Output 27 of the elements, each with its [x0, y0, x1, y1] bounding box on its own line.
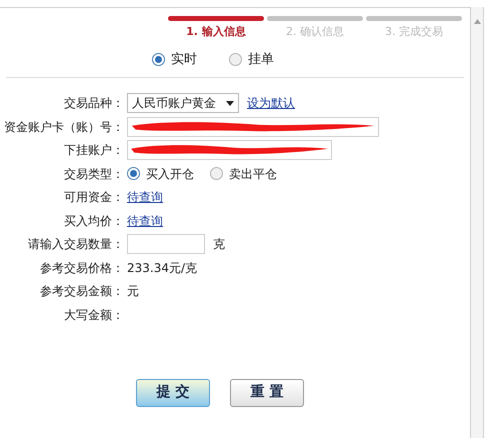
field-label: 下挂账户：	[63, 142, 124, 160]
reset-button[interactable]: 重 置	[230, 378, 304, 406]
scroll-up-icon[interactable]	[474, 19, 480, 24]
unit-label: 克	[213, 236, 225, 254]
radio-option[interactable]: 卖出平仓	[210, 164, 277, 183]
field-label: 请输入交易数量：	[27, 236, 124, 254]
query-link[interactable]: 待查询	[127, 214, 163, 228]
query-link[interactable]: 待查询	[127, 190, 163, 204]
field-label: 交易品种：	[63, 95, 124, 112]
set-default-link[interactable]: 设为默认	[247, 94, 295, 112]
field-label: 交易类型：	[63, 166, 124, 183]
radio-option[interactable]: 实时	[152, 50, 197, 70]
value-text: 233.34元/克	[127, 260, 198, 275]
scrollbar[interactable]	[470, 7, 484, 438]
value-text: 元	[127, 284, 139, 298]
radio-option[interactable]: 买入开仓	[127, 164, 194, 183]
field-label: 可用资金：	[63, 189, 124, 206]
field-label: 资金账户卡（账）号：	[3, 118, 124, 136]
radio-option[interactable]: 挂单	[229, 50, 274, 70]
field-label: 大写金额：	[63, 306, 124, 324]
quantity-field[interactable]	[127, 234, 205, 254]
product-dropdown[interactable]: 人民币账户黄金	[127, 93, 239, 114]
field-label: 参考交易价格：	[39, 260, 124, 277]
submit-button[interactable]: 提 交	[136, 378, 210, 406]
caret-icon	[226, 100, 234, 106]
field-label: 买入均价：	[63, 212, 124, 230]
field-label: 参考交易金额：	[39, 283, 124, 300]
